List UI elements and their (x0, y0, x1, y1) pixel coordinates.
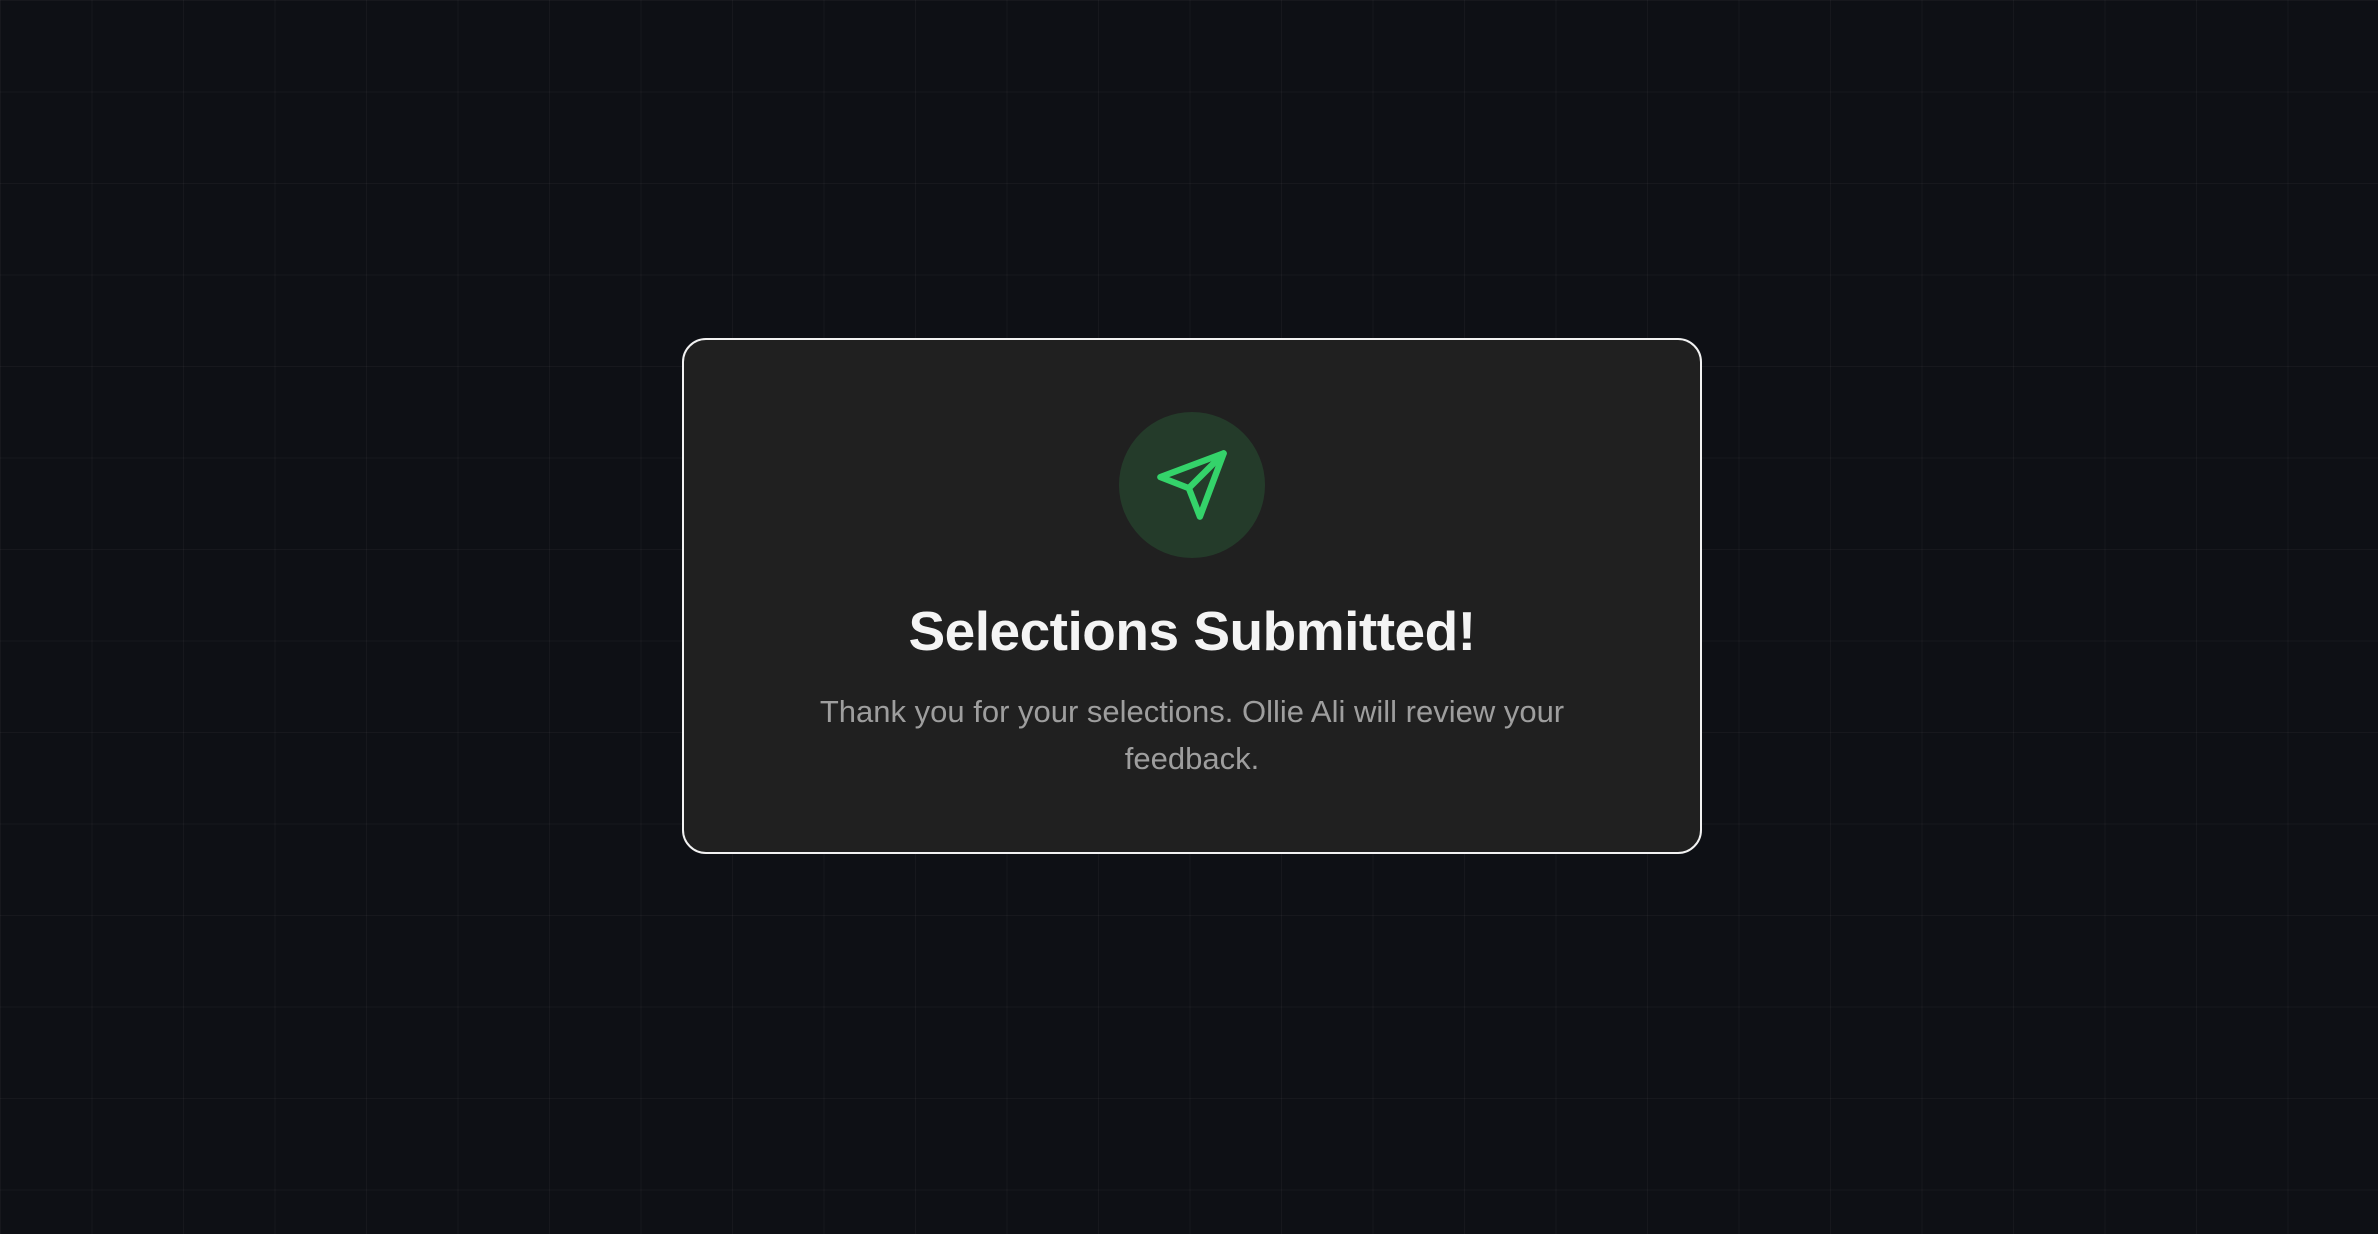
confirmation-card: Selections Submitted! Thank you for your… (682, 338, 1702, 854)
icon-badge (1119, 412, 1265, 558)
dialog-title: Selections Submitted! (908, 600, 1476, 662)
dialog-message: Thank you for your selections. Ollie Ali… (819, 694, 1565, 776)
send-icon (1154, 447, 1230, 523)
